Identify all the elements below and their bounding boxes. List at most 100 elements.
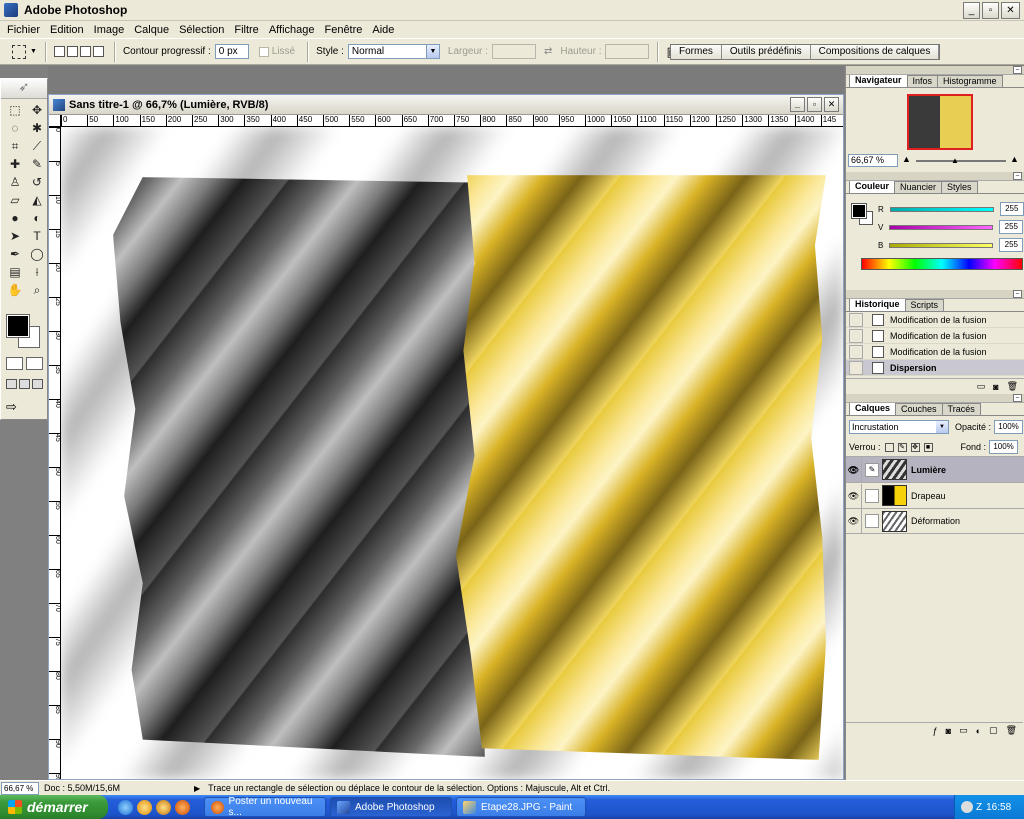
eyedropper-tool-icon[interactable]: ⟊ xyxy=(27,264,47,281)
tab-calques[interactable]: Calques xyxy=(849,402,897,415)
full-screen-mode-icon[interactable] xyxy=(32,379,43,389)
standard-screen-mode-icon[interactable] xyxy=(6,379,17,389)
media-player-icon[interactable] xyxy=(137,799,152,815)
status-menu-arrow-icon[interactable]: ▶ xyxy=(194,784,200,793)
brush-tool-icon[interactable]: ✎ xyxy=(27,156,47,173)
eye-icon[interactable]: 👁 xyxy=(846,483,862,508)
panel-grip[interactable]: – xyxy=(846,394,1024,403)
paint-bucket-tool-icon[interactable]: ◭ xyxy=(27,192,47,209)
trash-icon[interactable]: 🗑 xyxy=(1007,381,1018,392)
channel-v-value[interactable]: 255 xyxy=(999,220,1024,234)
taskbar-item-photoshop[interactable]: Adobe Photoshop xyxy=(330,797,452,817)
dodge-tool-icon[interactable]: ◐ xyxy=(27,210,47,227)
type-tool-icon[interactable]: T xyxy=(27,228,47,245)
zoom-in-icon[interactable]: ▲ xyxy=(1010,154,1019,164)
palette-well-tab-compositions[interactable]: Compositions de calques xyxy=(810,45,940,59)
width-input[interactable] xyxy=(491,44,536,59)
feather-input[interactable]: 0 px xyxy=(214,44,249,59)
history-item-current[interactable]: Dispersion xyxy=(846,360,1024,376)
intersect-selection-icon[interactable] xyxy=(92,46,104,57)
history-brush-tool-icon[interactable]: ↺ xyxy=(27,174,47,191)
navigator-zoom-slider[interactable] xyxy=(916,160,1006,162)
quick-mask-mode-icon[interactable] xyxy=(26,357,43,370)
menu-filtre[interactable]: Filtre xyxy=(229,24,263,36)
taskbar-item-firefox[interactable]: Poster un nouveau s... xyxy=(204,796,326,818)
palette-well-tab-outils[interactable]: Outils prédéfinis xyxy=(721,45,811,59)
path-selection-tool-icon[interactable]: ➤ xyxy=(5,228,25,245)
tab-nuancier[interactable]: Nuancier xyxy=(894,181,943,193)
horizontal-ruler[interactable]: 0 50 100 150 200 250 300 350 400 450 500 550 600 650 7… xyxy=(61,115,843,127)
lock-pixels-icon[interactable]: ✎ xyxy=(897,442,907,452)
channel-r-slider[interactable] xyxy=(889,206,994,212)
lock-position-icon[interactable]: ✥ xyxy=(910,442,920,452)
healing-brush-tool-icon[interactable]: ✚ xyxy=(5,156,25,173)
panel-minimize-icon[interactable]: – xyxy=(1013,290,1022,298)
new-set-icon[interactable]: ▭ xyxy=(959,725,968,736)
panel-minimize-icon[interactable]: – xyxy=(1013,66,1022,74)
tab-traces[interactable]: Tracés xyxy=(941,403,981,415)
panel-grip[interactable]: – xyxy=(846,172,1024,181)
menu-affichage[interactable]: Affichage xyxy=(264,24,320,36)
channel-v-slider[interactable] xyxy=(889,224,994,230)
move-tool-icon[interactable]: ✥ xyxy=(27,102,47,119)
channel-b-value[interactable]: 255 xyxy=(999,238,1024,252)
maximize-button[interactable]: ▫ xyxy=(982,2,999,19)
lock-transparency-icon[interactable] xyxy=(884,442,894,452)
language-icon[interactable]: Z xyxy=(976,802,982,813)
channel-b-slider[interactable] xyxy=(889,242,994,248)
tab-couches[interactable]: Couches xyxy=(895,403,943,415)
tab-historique[interactable]: Historique xyxy=(849,298,906,311)
history-item[interactable]: Modification de la fusion xyxy=(846,328,1024,344)
subtract-selection-icon[interactable] xyxy=(79,46,91,57)
ie-icon[interactable] xyxy=(118,799,133,815)
menu-selection[interactable]: Sélection xyxy=(174,24,229,36)
menu-fenetre[interactable]: Fenêtre xyxy=(319,24,367,36)
layer-row-drapeau[interactable]: 👁 Drapeau xyxy=(846,482,1024,508)
chevron-down-icon[interactable]: ▼ xyxy=(30,48,37,55)
slice-tool-icon[interactable]: ⟋ xyxy=(27,138,47,155)
panel-grip[interactable]: – xyxy=(846,66,1024,75)
adobe-feather-icon[interactable]: ➶ xyxy=(1,79,47,99)
zoom-tool-icon[interactable]: ⌕ xyxy=(27,282,47,299)
layer-mask-icon[interactable]: ◙ xyxy=(946,726,951,736)
layer-row-deformation[interactable]: 👁 Déformation xyxy=(846,508,1024,534)
tab-styles[interactable]: Styles xyxy=(941,181,978,193)
color-foreground-swatch[interactable] xyxy=(851,203,867,219)
snapshot-icon[interactable]: ◙ xyxy=(993,382,998,392)
menu-edition[interactable]: Edition xyxy=(45,24,89,36)
doc-close-button[interactable]: ✕ xyxy=(824,97,839,112)
vertical-ruler[interactable]: 0 5 10 15 20 25 30 35 40 45 50 55 60 65 70 75 80 85 90 95 xyxy=(49,127,61,779)
blur-tool-icon[interactable]: ● xyxy=(5,210,25,227)
jump-to-imageready-icon[interactable]: ⇨ xyxy=(6,399,17,415)
style-select[interactable]: Normal ▼ xyxy=(347,44,440,59)
blend-mode-select[interactable]: Incrustation ▼ xyxy=(849,420,949,434)
menu-aide[interactable]: Aide xyxy=(367,24,399,36)
add-selection-icon[interactable] xyxy=(66,46,78,57)
antialias-checkbox[interactable] xyxy=(258,46,269,57)
minimize-button[interactable]: _ xyxy=(963,2,980,19)
marquee-tool-icon[interactable]: ⬚ xyxy=(5,102,25,119)
tab-couleur[interactable]: Couleur xyxy=(849,180,896,193)
doc-size-info[interactable]: Doc : 5,50M/15,6M xyxy=(44,783,184,793)
swap-dimensions-icon[interactable]: ⇄ xyxy=(544,46,552,57)
layer-style-icon[interactable]: ƒ xyxy=(933,726,938,736)
shape-tool-icon[interactable]: ◯ xyxy=(27,246,47,263)
tray-expand-icon[interactable] xyxy=(961,801,973,813)
firefox-icon[interactable] xyxy=(175,799,190,815)
navigator-thumbnail[interactable] xyxy=(907,94,973,150)
image-canvas[interactable] xyxy=(61,127,843,779)
foreground-color-swatch[interactable] xyxy=(6,314,30,338)
eraser-tool-icon[interactable]: ▱ xyxy=(5,192,25,209)
eye-icon[interactable]: 👁 xyxy=(846,509,862,533)
close-button[interactable]: ✕ xyxy=(1001,2,1020,19)
taskbar-item-paint[interactable]: Etape28.JPG - Paint xyxy=(456,797,586,817)
trash-icon[interactable]: 🗑 xyxy=(1006,725,1017,736)
brush-link-icon[interactable]: ✎ xyxy=(865,462,879,477)
palette-well-tab-formes[interactable]: Formes xyxy=(671,45,722,59)
ruler-origin[interactable] xyxy=(49,115,61,127)
lasso-tool-icon[interactable]: ◌ xyxy=(5,120,25,137)
clone-stamp-tool-icon[interactable]: ♙ xyxy=(5,174,25,191)
navigator-zoom-input[interactable]: 66,67 % xyxy=(848,154,898,167)
tab-infos[interactable]: Infos xyxy=(906,75,939,87)
tab-histogramme[interactable]: Histogramme xyxy=(937,75,1003,87)
